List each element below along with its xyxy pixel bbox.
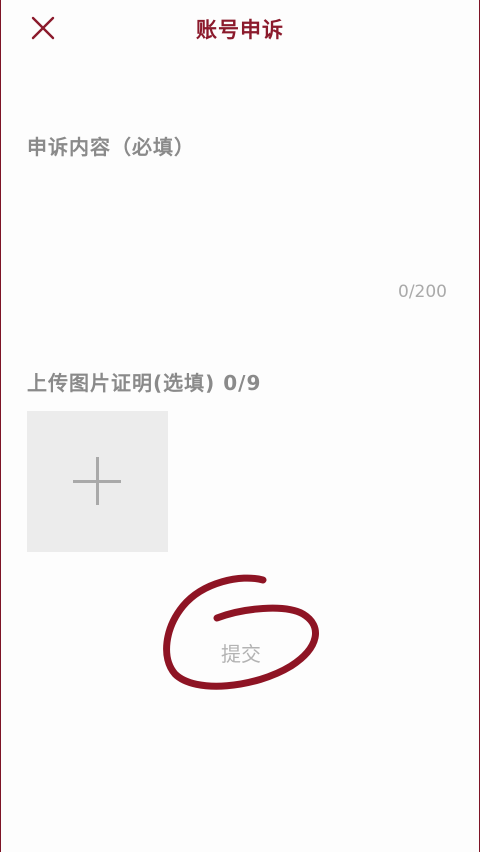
appeal-content-input[interactable]	[27, 168, 457, 316]
add-image-button[interactable]	[27, 411, 168, 552]
page-title: 账号申诉	[196, 18, 284, 42]
appeal-content-label: 申诉内容（必填）	[27, 135, 195, 159]
submit-area: 提交	[151, 570, 331, 700]
header-bar: 账号申诉	[1, 0, 479, 60]
plus-icon	[73, 457, 121, 505]
upload-images-label: 上传图片证明(选填) 0/9	[27, 371, 262, 395]
character-counter: 0/200	[398, 282, 447, 302]
appeal-screen: 账号申诉 申诉内容（必填） 0/200 上传图片证明(选填) 0/9 提交	[0, 0, 480, 852]
submit-button[interactable]: 提交	[191, 630, 291, 674]
